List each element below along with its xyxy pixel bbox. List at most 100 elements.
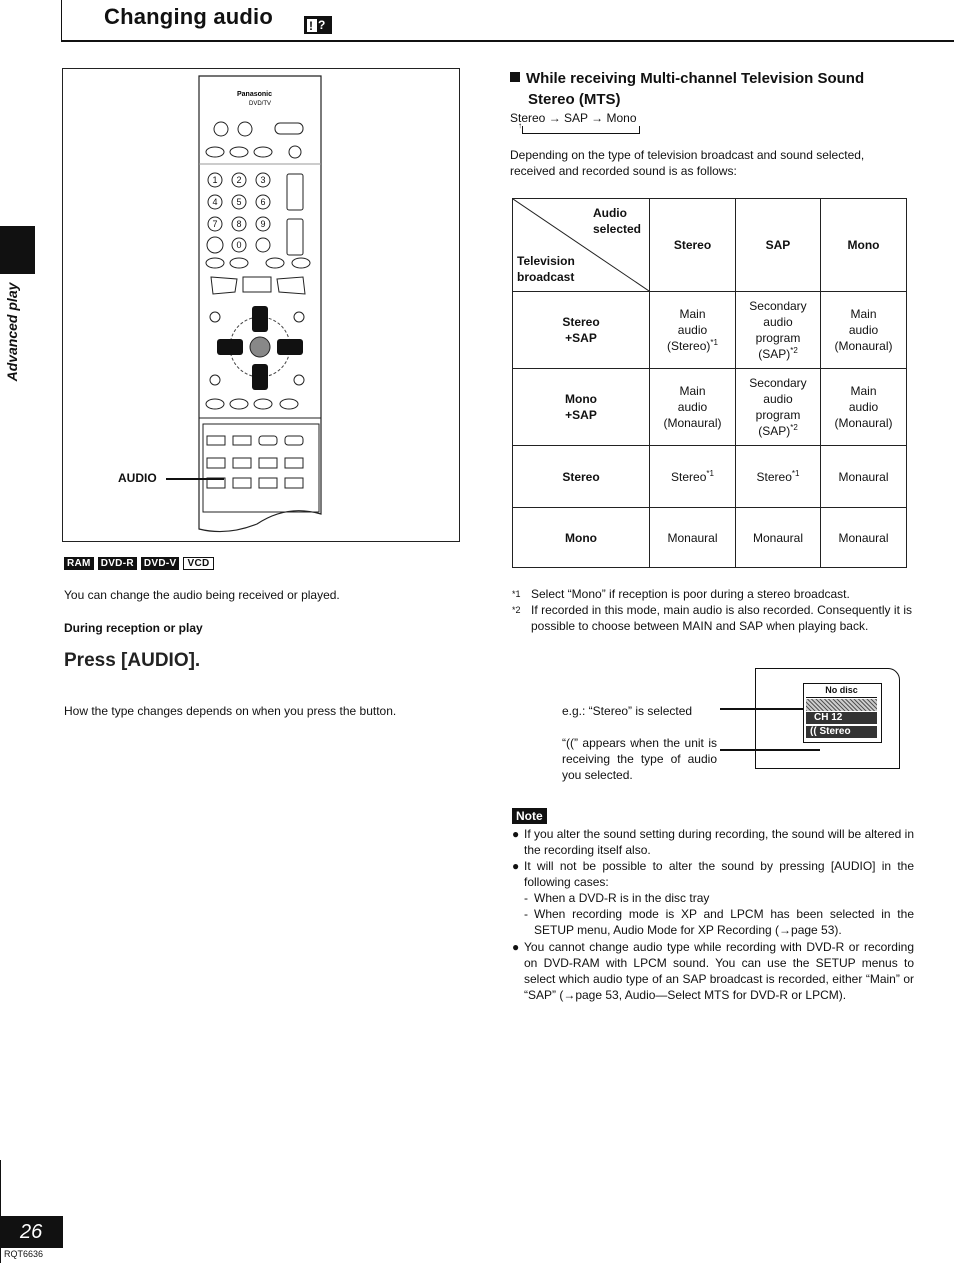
table-cell: Monaural: [820, 445, 907, 508]
row-header-line2: +SAP: [565, 331, 597, 345]
footnote-ref: *1: [791, 468, 800, 478]
table-corner-cell: Audio selected Television broadcast: [512, 198, 650, 292]
dash-icon: -: [524, 891, 528, 905]
cell-line: Stereo: [671, 469, 707, 484]
osd-example-label: e.g.: “Stereo” is selected: [562, 704, 693, 718]
cell-line: Secondary: [749, 299, 807, 313]
note-item: ● If you alter the sound setting during …: [512, 826, 914, 858]
svg-text:2: 2: [236, 175, 241, 185]
footnote-ref: *2: [790, 423, 798, 432]
svg-text:0: 0: [236, 240, 241, 250]
cell-line: Main: [850, 384, 877, 398]
cell-line: Main: [850, 307, 877, 321]
section-tab-label: Advanced play: [4, 282, 34, 382]
cell-line: (SAP): [758, 347, 791, 361]
note-subitem-text: When a DVD-R is in the disc tray: [534, 891, 710, 905]
dash-icon: -: [524, 907, 528, 921]
bullet-icon: ●: [512, 827, 520, 841]
corner-television-broadcast: Television broadcast: [517, 253, 575, 285]
intro-text: You can change the audio being received …: [64, 588, 340, 602]
heading-line-1: While receiving Multi-channel Television…: [526, 70, 865, 87]
cell-line: audio: [848, 323, 879, 337]
table-cell: Monaural: [734, 507, 822, 568]
row-header: Mono +SAP: [512, 368, 650, 446]
note-text: If you alter the sound setting during re…: [524, 827, 914, 857]
table-cell: Monaural: [649, 507, 736, 568]
mts-description: Depending on the type of television broa…: [510, 148, 865, 178]
note-text: It will not be possible to alter the sou…: [524, 859, 914, 889]
bullet-icon: ●: [512, 859, 520, 873]
cell-line: audio: [677, 400, 708, 414]
svg-text:8: 8: [236, 219, 241, 229]
cell-line: Main: [679, 307, 706, 321]
svg-text:4: 4: [212, 197, 217, 207]
column-header-mono: Mono: [820, 198, 907, 292]
section-tab-marker: [0, 226, 35, 274]
cell-line: (Monaural): [663, 416, 722, 430]
table-cell: Stereo*1: [734, 445, 822, 508]
callout-leader-line: [166, 478, 224, 480]
cell-line: program: [755, 331, 801, 345]
osd-indicator-label: “((” appears when the unit is receiving …: [562, 736, 717, 782]
remote-model: DVD/TV: [249, 101, 271, 107]
cell-line: (Monaural): [834, 416, 893, 430]
subheading: During reception or play: [64, 621, 203, 635]
document-code: RQT6636: [4, 1249, 44, 1259]
row-header: Stereo +SAP: [512, 291, 650, 369]
cell-line: Secondary: [749, 376, 807, 390]
note-subitem-text: When recording mode is XP and LPCM has b…: [534, 907, 914, 937]
svg-text:6: 6: [260, 197, 265, 207]
column-header-stereo: Stereo: [649, 198, 736, 292]
bullet-icon: ●: [512, 940, 520, 954]
instruction-heading: Press [AUDIO].: [64, 650, 201, 671]
row-header-line2: +SAP: [565, 408, 597, 422]
footnote-mark: *2: [512, 605, 521, 615]
cell-line: audio: [848, 400, 879, 414]
disc-compatibility-badges: RAM DVD-R DVD-V VCD: [64, 557, 214, 570]
footnote-text: Select “Mono” if reception is poor durin…: [531, 587, 850, 601]
table-row: Stereo Stereo*1 Stereo*1 Monaural: [512, 445, 907, 508]
cell-line: (SAP): [758, 424, 791, 438]
transport-buttons: [210, 276, 306, 295]
section-heading: While receiving Multi-channel Television…: [510, 68, 920, 110]
note-text: You cannot change audio type while recor…: [524, 940, 914, 1002]
column-header-sap: SAP: [734, 198, 822, 292]
footnote-ref: *1: [706, 468, 714, 478]
table-row: Mono +SAP Main audio (Monaural) Secondary au…: [512, 368, 907, 446]
svg-text:?: ?: [318, 18, 325, 32]
badge-dvd-r: DVD-R: [97, 557, 137, 570]
svg-text:5: 5: [236, 197, 241, 207]
explanation-text: How the type changes depends on when you…: [64, 704, 397, 718]
svg-text:3: 3: [260, 175, 265, 185]
osd-disc-status: No disc: [806, 685, 877, 698]
table-cell: Main audio (Monaural): [820, 368, 907, 446]
footnote-text: If recorded in this mode, main audio is …: [531, 603, 912, 633]
table-cell: Secondary audio program (SAP)*2: [734, 291, 822, 369]
badge-ram: RAM: [64, 557, 94, 570]
note-subitem: - When recording mode is XP and LPCM has …: [524, 906, 914, 938]
footnote-ref: *1: [710, 338, 718, 347]
remote-control-illustration: Panasonic DVD/TV 1 2 3 4 5 6 7 8 9 0: [198, 75, 322, 533]
row-header-line1: Mono: [565, 392, 597, 406]
note-item: ● It will not be possible to alter the s…: [512, 858, 914, 938]
audio-button-callout: AUDIO: [118, 471, 157, 485]
badge-dvd-v: DVD-V: [140, 557, 180, 570]
cell-line: audio: [677, 323, 708, 337]
header-rule-left: [61, 0, 62, 42]
cell-line: (Stereo): [667, 339, 711, 353]
osd-audio-indicator: (( Stereo: [806, 726, 877, 738]
heading-bullet-icon: [510, 72, 520, 82]
osd-pattern-row: [806, 699, 877, 711]
table-cell: Secondary audio program (SAP)*2: [734, 368, 822, 446]
svg-text:1: 1: [212, 175, 217, 185]
note-badge: Note: [512, 808, 547, 824]
cell-line: audio: [763, 392, 793, 406]
mts-audio-table: Audio selected Television broadcast Stereo…: [512, 198, 907, 568]
book-with-question-icon: ! ?: [304, 16, 332, 34]
svg-text:!: !: [309, 19, 313, 33]
header-rule: [61, 40, 954, 42]
cell-line: (Monaural): [834, 339, 893, 353]
row-header-line1: Stereo: [562, 315, 600, 329]
heading-line-2: Stereo (MTS): [528, 91, 621, 108]
corner-bottom-line2: broadcast: [517, 270, 575, 284]
